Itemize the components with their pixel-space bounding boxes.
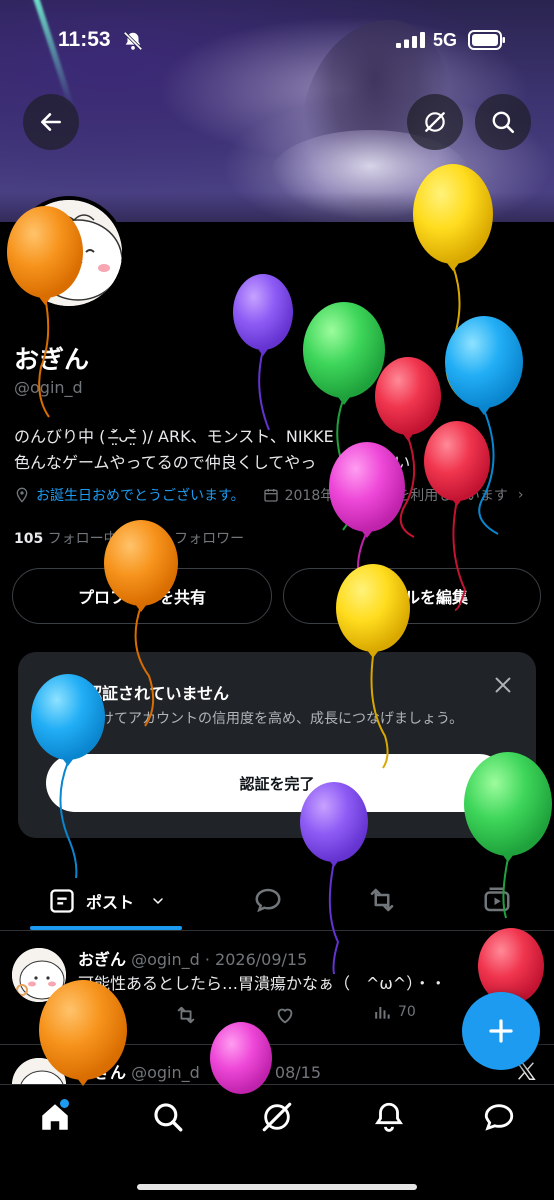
compose-button[interactable] <box>462 992 540 1070</box>
plus-icon <box>489 1019 513 1043</box>
